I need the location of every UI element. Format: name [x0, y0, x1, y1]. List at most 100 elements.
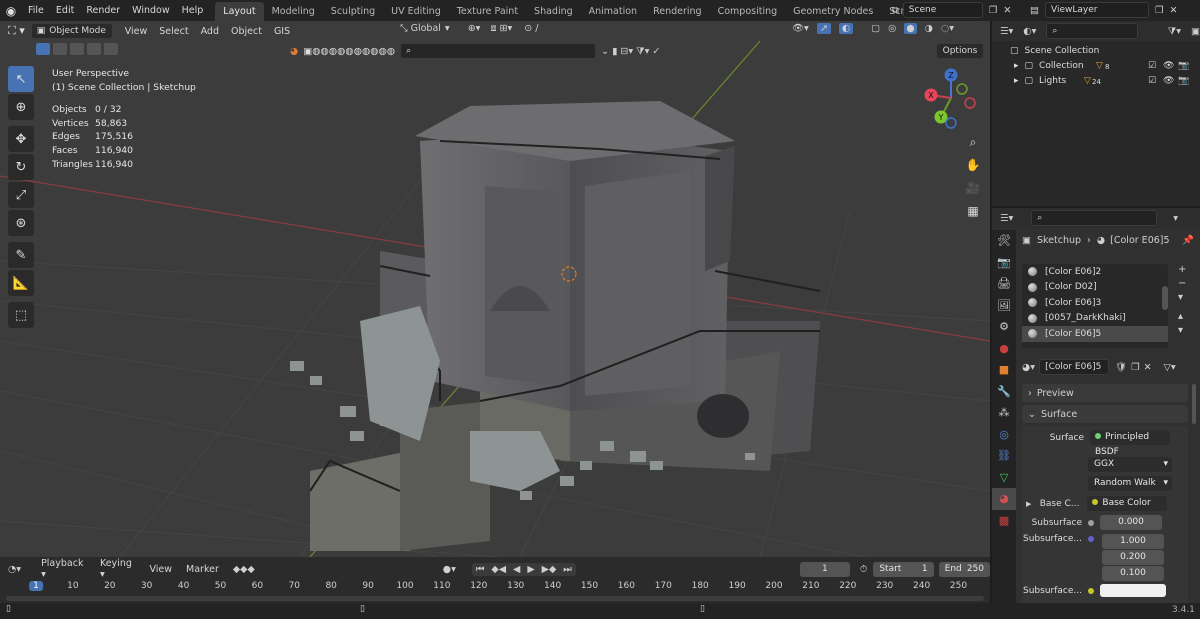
filter-icons[interactable]: ⌄ ▮ ⊟▾ ⧩▾ ✓	[601, 46, 660, 57]
tab-texture-paint[interactable]: Texture Paint	[449, 2, 526, 21]
material-slot-list[interactable]: [Color E06]2 [Color D02] [Color E06]3 [0…	[1022, 264, 1168, 348]
blender-logo-icon[interactable]: ◉	[0, 4, 22, 18]
tab-modeling[interactable]: Modeling	[264, 2, 323, 21]
select-box-intersect-icon[interactable]	[104, 43, 118, 55]
jump-end-icon[interactable]: ⏭	[563, 564, 572, 575]
scene-close-icon[interactable]: ✕	[1003, 5, 1011, 16]
eye-icon[interactable]: 👁	[1163, 61, 1174, 71]
xray-icon[interactable]: ▢	[871, 23, 880, 34]
transform-tool-icon[interactable]: ⊛	[8, 210, 34, 236]
constraints-tab-icon[interactable]: ⛓	[992, 445, 1016, 467]
properties-editor-icon[interactable]: ☰▾	[1000, 213, 1013, 224]
annotate-tool-icon[interactable]: ✎	[8, 242, 34, 268]
menu-select[interactable]: Select	[153, 26, 194, 37]
add-slot-icon[interactable]: +	[1178, 264, 1186, 275]
slot-menu-icon[interactable]: ▾	[1178, 292, 1186, 303]
tab-compositing[interactable]: Compositing	[710, 2, 786, 21]
select-box-invert-icon[interactable]	[87, 43, 101, 55]
menu-timeline-view[interactable]: View	[143, 564, 178, 575]
tab-rendering[interactable]: Rendering	[645, 2, 710, 21]
material-slot-selected[interactable]: [Color E06]5	[1022, 326, 1168, 342]
menu-edit[interactable]: Edit	[50, 0, 80, 21]
material-tab-icon[interactable]: ◕	[992, 488, 1016, 510]
tab-uv-editing[interactable]: UV Editing	[383, 2, 449, 21]
material-link-icon[interactable]: ▽▾	[1164, 362, 1176, 373]
outliner-item-lights[interactable]: ▸ ▢ Lights ▽ 24 ☑ 👁 📷	[992, 73, 1200, 88]
view-layer-copy-icon[interactable]: ❐	[1155, 5, 1164, 16]
object-types-icon[interactable]: ▣◍◍◍◍◍◍◍◍◍◍	[303, 46, 395, 57]
menu-keying[interactable]: Keying ▾	[94, 558, 142, 580]
preview-panel-header[interactable]: › Preview	[1022, 384, 1188, 402]
outliner-editor-icon[interactable]: ☰▾	[1000, 26, 1013, 37]
texture-tab-icon[interactable]: ▩	[992, 510, 1016, 532]
surface-panel-header[interactable]: ⌄ Surface	[1022, 405, 1188, 423]
tab-geometry-nodes[interactable]: Geometry Nodes	[785, 2, 881, 21]
play-icon[interactable]: ▶	[527, 564, 534, 575]
render-tab-icon[interactable]: 📷	[992, 252, 1016, 274]
surface-shader-field[interactable]: Principled BSDF	[1090, 430, 1170, 457]
outliner-scene-collection[interactable]: ▢ Scene Collection	[992, 43, 1200, 58]
current-frame-field[interactable]: 1	[799, 561, 850, 577]
material-slot[interactable]: [0057_DarkKhaki]	[1022, 311, 1168, 327]
camera-render-icon[interactable]: 📷	[1178, 61, 1189, 71]
proportional-edit-icon[interactable]: ⊙ ∕	[524, 23, 538, 34]
tab-animation[interactable]: Animation	[581, 2, 645, 21]
visibility-icon[interactable]: 👁▾	[792, 23, 809, 34]
menu-playback[interactable]: Playback ▾	[35, 558, 92, 580]
select-tool-icon[interactable]: ↖	[8, 66, 34, 92]
display-mode-icon[interactable]: ◐▾	[1023, 26, 1036, 37]
scene-tab-icon[interactable]: ⚙	[992, 316, 1016, 338]
overlay-toggle-icon[interactable]: ◐	[838, 23, 854, 34]
world-tab-icon[interactable]: ●	[992, 338, 1016, 360]
particles-tab-icon[interactable]: ⁂	[992, 402, 1016, 424]
shading-wireframe-icon[interactable]: ◎	[888, 23, 896, 34]
material-slot[interactable]: [Color E06]3	[1022, 295, 1168, 311]
3d-viewport[interactable]: ⛶ ▾ ▣ Object Mode View Select Add Object…	[0, 21, 990, 557]
timeline-scrollbar[interactable]	[6, 596, 984, 601]
snap-icon[interactable]: ⧈ ⊞▾	[490, 23, 512, 34]
menu-file[interactable]: File	[22, 0, 50, 21]
move-down-icon[interactable]: ▾	[1178, 325, 1186, 336]
stopwatch-icon[interactable]: ⏱	[860, 564, 867, 575]
add-cube-tool-icon[interactable]: ⬚	[8, 302, 34, 328]
move-up-icon[interactable]: ▴	[1178, 311, 1186, 322]
mode-selector[interactable]: ▣ Object Mode	[30, 23, 113, 39]
unlink-material-icon[interactable]: ✕	[1144, 362, 1152, 373]
cursor-tool-icon[interactable]: ⊕	[8, 94, 34, 120]
properties-search-input[interactable]: ⌕	[1031, 210, 1158, 226]
shading-material-icon[interactable]: ◑	[925, 23, 933, 34]
menu-gis[interactable]: GIS	[268, 26, 296, 37]
menu-window[interactable]: Window	[126, 0, 175, 21]
include-checkbox-icon[interactable]: ☑	[1148, 61, 1156, 71]
eye-icon[interactable]: 👁	[1163, 76, 1174, 86]
radius-y-field[interactable]: 0.200	[1102, 550, 1164, 565]
scale-tool-icon[interactable]: ⤢	[8, 182, 34, 208]
menu-object[interactable]: Object	[225, 26, 268, 37]
expand-arrow-icon[interactable]: ▸	[1014, 76, 1019, 86]
subsurface-value-field[interactable]: 0.000	[1100, 515, 1162, 530]
end-frame-field[interactable]: End 250	[938, 561, 990, 577]
scene-field[interactable]: Scene	[902, 2, 983, 18]
menu-add[interactable]: Add	[195, 26, 225, 37]
select-box-extend-icon[interactable]	[53, 43, 67, 55]
radius-x-field[interactable]: 1.000	[1102, 534, 1164, 549]
base-color-field[interactable]: Base Color	[1087, 496, 1168, 511]
rotate-tool-icon[interactable]: ↻	[8, 154, 34, 180]
jump-start-icon[interactable]: ⏮	[476, 564, 485, 575]
move-tool-icon[interactable]: ✥	[8, 126, 34, 152]
editor-type-icon[interactable]: ⛶ ▾	[8, 24, 25, 38]
shading-rendered-icon[interactable]: ◌▾	[941, 23, 954, 34]
menu-marker[interactable]: Marker	[180, 564, 225, 575]
subsurface-method-dropdown[interactable]: Random Walk ▾	[1088, 476, 1172, 491]
fake-user-icon[interactable]: 🛡	[1115, 362, 1127, 373]
camera-render-icon[interactable]: 📷	[1178, 76, 1189, 86]
pin-options-icon[interactable]: ▾	[1173, 213, 1178, 224]
tab-sculpting[interactable]: Sculpting	[323, 2, 383, 21]
menu-render[interactable]: Render	[80, 0, 126, 21]
material-name-field[interactable]: [Color E06]5	[1039, 359, 1110, 375]
properties-scrollbar[interactable]	[1192, 384, 1196, 424]
tab-layout[interactable]: Layout	[215, 2, 264, 21]
viewport-search-input[interactable]: ⌕	[400, 43, 597, 59]
pin-icon[interactable]: 📌	[1182, 235, 1194, 246]
menu-view[interactable]: View	[119, 26, 154, 37]
